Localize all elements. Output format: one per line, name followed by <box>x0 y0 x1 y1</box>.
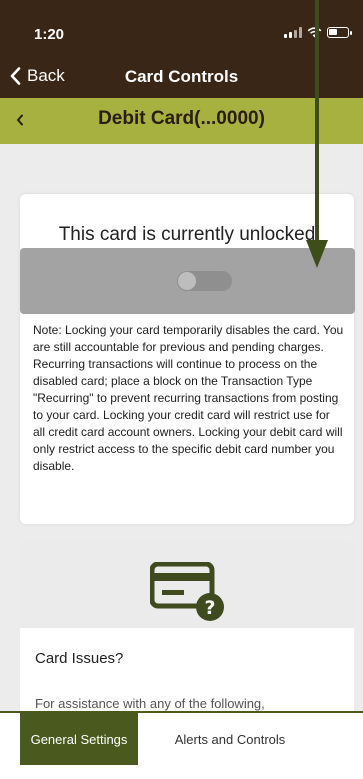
back-button[interactable]: Back <box>10 66 65 86</box>
lock-status-heading: This card is currently unlocked <box>58 224 316 245</box>
wifi-icon <box>307 27 322 38</box>
card-issues-text: For assistance with any of the following… <box>35 696 265 711</box>
signal-icon <box>284 27 302 38</box>
card-selector-bar: Debit Card(...0000) <box>0 98 363 144</box>
svg-text:?: ? <box>204 597 215 619</box>
card-controls-screen: 1:20 Back Card Controls Debit Card(...00… <box>0 0 363 779</box>
status-time: 1:20 <box>34 26 65 43</box>
status-bar: 1:20 <box>0 0 363 58</box>
chevron-left-icon <box>10 67 21 85</box>
tab-general-settings[interactable]: General Settings <box>20 713 138 765</box>
toggle-knob <box>178 272 196 290</box>
toggle-row <box>20 248 355 314</box>
card-question-icon: ? <box>150 562 224 621</box>
card-title: Debit Card(...0000) <box>98 108 265 129</box>
bottom-tab-bar: General Settings Alerts and Controls <box>0 711 363 779</box>
tab-alerts-and-controls[interactable]: Alerts and Controls <box>150 713 310 765</box>
battery-icon <box>327 27 352 38</box>
card-issues-title: Card Issues? <box>35 650 124 667</box>
status-icons <box>284 27 352 38</box>
card-issues-panel: ? Card Issues? For assistance with any o… <box>20 540 354 740</box>
card-lock-toggle[interactable] <box>177 271 232 291</box>
navigation-bar: Back Card Controls <box>0 58 363 98</box>
back-label: Back <box>27 66 65 85</box>
lock-note: Note: Locking your card temporarily disa… <box>33 323 344 473</box>
